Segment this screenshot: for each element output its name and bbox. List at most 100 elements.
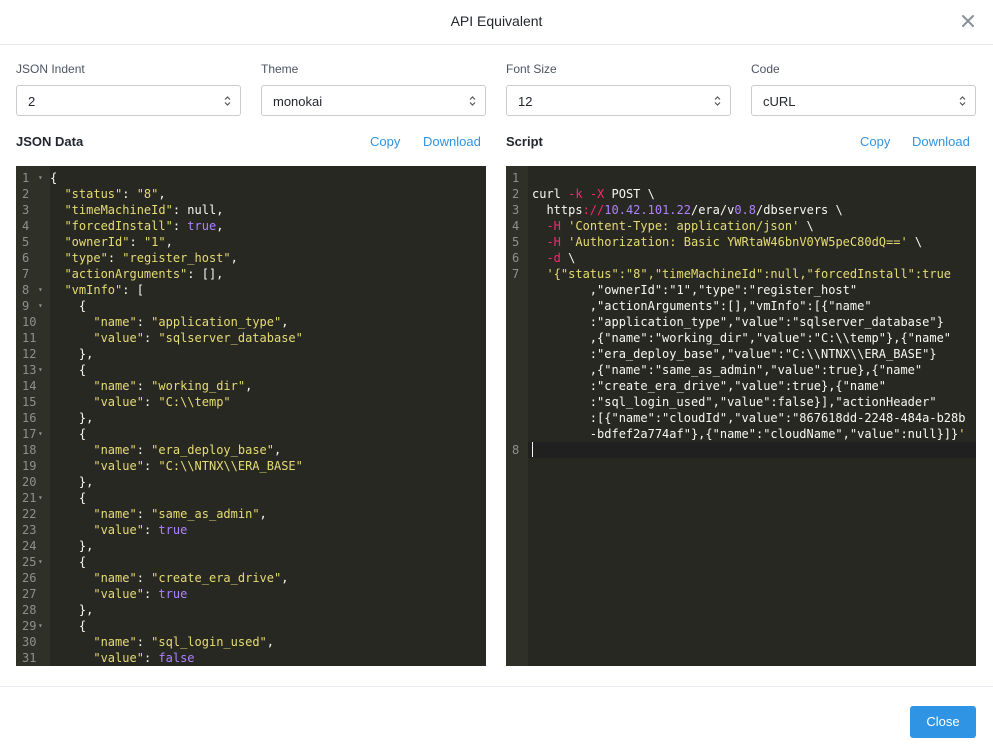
code-line: 8 [506, 442, 976, 458]
code-line: 21 ▾ { [16, 490, 486, 506]
code-line: 31 "value": false [16, 650, 486, 666]
code-text: "actionArguments": [], [64, 267, 224, 281]
code-line: 16 }, [16, 410, 486, 426]
code-line: :"sql_login_used","value":false}],"actio… [506, 394, 976, 410]
theme-value: monokai [273, 94, 323, 109]
code-text: { [50, 299, 87, 313]
code-line: 22 "name": "same_as_admin", [16, 506, 486, 522]
fold-toggle-icon[interactable]: ▾ [38, 362, 43, 378]
fold-toggle-icon[interactable]: ▾ [38, 298, 43, 314]
code-text: }, [50, 603, 94, 617]
code-text: }, [50, 475, 94, 489]
code-line: :[{"name":"cloudId","value":"867618dd-22… [506, 410, 976, 426]
json-download-link[interactable]: Download [423, 134, 481, 149]
fold-toggle-icon[interactable]: ▾ [38, 426, 43, 442]
script-download-link[interactable]: Download [912, 134, 970, 149]
code-line: 4 "forcedInstall": true, [16, 218, 486, 234]
code-text: ,"ownerId":"1","type":"register_host" [532, 283, 858, 297]
fold-toggle-icon[interactable]: ▾ [38, 490, 43, 506]
code-line: 8 ▾ "vmInfo": [ [16, 282, 486, 298]
code-line: 17 ▾ { [16, 426, 486, 442]
code-line: ,"ownerId":"1","type":"register_host" [506, 282, 976, 298]
script-code-editor[interactable]: 1 2 curl -k -X POST \ 3 https://10.42.101.2… [506, 166, 976, 666]
theme-label: Theme [261, 62, 299, 76]
line-number: 4 [22, 219, 30, 233]
line-number: 1 [512, 171, 520, 185]
code-line: 26 "name": "create_era_drive", [16, 570, 486, 586]
fold-toggle-icon[interactable]: ▾ [38, 618, 43, 634]
code-line: 1 [506, 170, 976, 186]
line-number: 8 [512, 443, 520, 457]
line-number: 7 [512, 267, 520, 281]
code-line: -bdfef2a774af"},{"name":"cloudName","val… [506, 426, 976, 442]
json-copy-link[interactable]: Copy [370, 134, 400, 149]
theme-field: Theme monokai [261, 62, 486, 116]
code-text: "value": "C:\\NTNX\\ERA_BASE" [93, 459, 303, 473]
line-number: 22 [22, 507, 37, 521]
code-text: { [50, 491, 87, 505]
code-text: -d \ [546, 251, 576, 265]
code-text: "value": true [93, 587, 188, 601]
code-select[interactable]: cURL [751, 85, 976, 116]
modal-title: API Equivalent [450, 13, 543, 29]
code-text: "type": "register_host", [64, 251, 238, 265]
line-number: 23 [22, 523, 37, 537]
font-size-select[interactable]: 12 [506, 85, 731, 116]
code-text: { [50, 171, 58, 185]
code-text: ,{"name":"same_as_admin","value":true},{… [532, 363, 923, 377]
code-line: 3 "timeMachineId": null, [16, 202, 486, 218]
code-line: 7 "actionArguments": [], [16, 266, 486, 282]
code-line: 4 -H 'Content-Type: application/json' \ [506, 218, 976, 234]
code-line: ,{"name":"working_dir","value":"C:\\temp… [506, 330, 976, 346]
fold-toggle-icon[interactable]: ▾ [38, 282, 43, 298]
line-number: 27 [22, 587, 37, 601]
line-number: 3 [512, 203, 520, 217]
json-indent-select[interactable]: 2 [16, 85, 241, 116]
code-line: 29 ▾ { [16, 618, 486, 634]
code-text: { [50, 427, 87, 441]
script-copy-link[interactable]: Copy [860, 134, 890, 149]
code-line: 5 -H 'Authorization: Basic YWRtaW46bnV0Y… [506, 234, 976, 250]
code-text: "name": "create_era_drive", [93, 571, 289, 585]
line-number: 6 [22, 251, 30, 265]
close-button[interactable]: Close [910, 706, 976, 738]
code-text: { [50, 619, 87, 633]
fold-toggle-icon[interactable]: ▾ [38, 554, 43, 570]
code-line: 28 }, [16, 602, 486, 618]
theme-select[interactable]: monokai [261, 85, 486, 116]
line-number: 19 [22, 459, 37, 473]
select-arrows-icon [469, 96, 476, 106]
close-icon[interactable] [957, 10, 979, 32]
script-label: Script [506, 134, 543, 149]
code-text: "name": "application_type", [93, 315, 289, 329]
json-indent-value: 2 [28, 94, 36, 109]
code-line: 3 https://10.42.101.22/era/v0.8/dbserver… [506, 202, 976, 218]
code-text: ,"actionArguments":[],"vmInfo":[{"name" [532, 299, 872, 313]
code-text: ,{"name":"working_dir","value":"C:\\temp… [532, 331, 952, 345]
line-number: 30 [22, 635, 37, 649]
code-text: { [50, 363, 87, 377]
json-code-editor[interactable]: 1 ▾{2 "status": "8", 3 "timeMachineId": nu… [16, 166, 486, 666]
line-number: 28 [22, 603, 37, 617]
json-indent-label: JSON Indent [16, 62, 85, 76]
line-number: 2 [512, 187, 520, 201]
line-number: 14 [22, 379, 37, 393]
line-number: 5 [22, 235, 30, 249]
code-line: :"era_deploy_base","value":"C:\\NTNX\\ER… [506, 346, 976, 362]
code-text: "name": "working_dir", [93, 379, 253, 393]
code-line: :"create_era_drive","value":true},{"name… [506, 378, 976, 394]
line-number: 11 [22, 331, 37, 345]
code-text: "timeMachineId": null, [64, 203, 224, 217]
fold-toggle-icon[interactable]: ▾ [38, 170, 43, 186]
code-line: 13 ▾ { [16, 362, 486, 378]
line-number: 12 [22, 347, 37, 361]
code-line: 10 "name": "application_type", [16, 314, 486, 330]
code-text: "name": "era_deploy_base", [93, 443, 282, 457]
line-number: 6 [512, 251, 520, 265]
code-text: "forcedInstall": true, [64, 219, 224, 233]
line-number: 15 [22, 395, 37, 409]
code-text: "name": "sql_login_used", [93, 635, 274, 649]
line-number: 2 [22, 187, 30, 201]
code-line: 23 "value": true [16, 522, 486, 538]
font-size-label: Font Size [506, 62, 557, 76]
